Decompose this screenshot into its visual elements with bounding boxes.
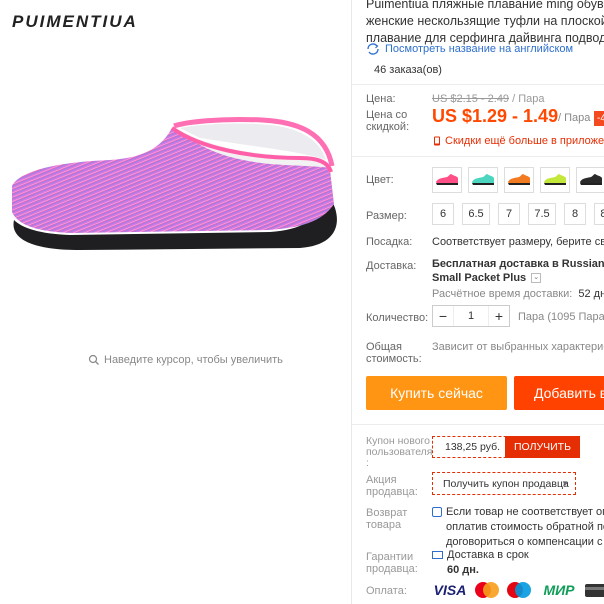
size-option[interactable]: 7 bbox=[498, 203, 520, 225]
shipping-service[interactable]: Small Packet Plus ⌄ bbox=[432, 272, 542, 284]
product-title: Puimentiua пляжные плавание ming обувь ж… bbox=[366, 0, 604, 47]
translate-icon bbox=[367, 43, 379, 55]
old-price-unit: / Пара bbox=[512, 93, 545, 105]
size-option[interactable]: 6.5 bbox=[462, 203, 490, 225]
translate-link-text[interactable]: Посмотреть название на английском bbox=[385, 43, 573, 55]
orders-count: 46 заказа(ов) bbox=[374, 64, 442, 76]
visa-logo: VISA bbox=[433, 582, 467, 598]
mastercard-icon bbox=[475, 582, 499, 598]
shoe-thumbnail-icon bbox=[544, 174, 566, 185]
size-option[interactable]: 7.5 bbox=[528, 203, 556, 225]
quantity-increase-button[interactable]: + bbox=[489, 308, 509, 324]
chevron-down-icon[interactable]: ⌄ bbox=[531, 273, 542, 284]
product-gallery: PUIMENTIUA Наведите курсор, чтобы увелич… bbox=[0, 0, 352, 604]
app-promo-link[interactable]: Скидки ещё больше в приложени bbox=[432, 135, 604, 147]
divider bbox=[352, 84, 604, 85]
shipping-label: Доставка: bbox=[366, 260, 417, 272]
fit-value: Соответствует размеру, берите свой о bbox=[432, 236, 604, 248]
fit-label: Посадка: bbox=[366, 236, 413, 248]
total-label: Общая стоимость: bbox=[366, 341, 422, 365]
divider bbox=[352, 156, 604, 157]
delivery-estimate: Расчётное время доставки: 52 дн. ? bbox=[432, 288, 604, 300]
quantity-input[interactable]: 1 bbox=[453, 306, 489, 326]
size-option[interactable]: 8 bbox=[564, 203, 586, 225]
shipping-method: Бесплатная доставка в Russian Fede bbox=[432, 258, 604, 270]
shoe-thumbnail-icon bbox=[580, 174, 602, 185]
get-coupon-button[interactable]: ПОЛУЧИТЬ bbox=[505, 436, 580, 458]
total-value: Зависит от выбранных характеристик bbox=[432, 341, 604, 353]
color-label: Цвет: bbox=[366, 174, 394, 186]
phone-icon bbox=[434, 136, 440, 146]
quantity-stepper: − 1 + bbox=[432, 305, 510, 327]
delivery-days: 52 дн. bbox=[578, 288, 604, 300]
caret-down-icon[interactable]: ▼ bbox=[561, 479, 569, 488]
shoe-thumbnail-icon bbox=[472, 174, 494, 185]
size-label: Размер: bbox=[366, 210, 407, 222]
title-line: женские нескользящие туфли на плоской п bbox=[366, 14, 604, 28]
translate-title-link[interactable]: Посмотреть название на английском bbox=[366, 43, 573, 55]
color-swatch[interactable] bbox=[504, 167, 534, 193]
old-price: US $2.15 - 2.49 bbox=[432, 93, 510, 105]
discount-price-label: Цена со скидкой: bbox=[366, 109, 410, 133]
payment-label: Оплата: bbox=[366, 585, 407, 597]
old-price-row: US $2.15 - 2.49 / Пара bbox=[432, 93, 545, 105]
size-option[interactable]: 6 bbox=[432, 203, 454, 225]
size-option[interactable]: 8. bbox=[594, 203, 604, 225]
discount-price: US $1.29 - 1.49 bbox=[432, 106, 559, 126]
returns-text: Если товар не соответствует описа оплати… bbox=[432, 505, 604, 550]
guarantee-text: Доставка в срок 60 дн. bbox=[432, 548, 529, 578]
magnifier-icon bbox=[88, 354, 99, 365]
buy-now-button[interactable]: Купить сейчас bbox=[366, 376, 507, 410]
app-promo-text[interactable]: Скидки ещё больше в приложени bbox=[445, 135, 604, 147]
guarantee-label: Гарантии продавца: bbox=[366, 551, 418, 575]
color-swatch[interactable] bbox=[432, 167, 462, 193]
card-icon bbox=[585, 584, 604, 597]
quantity-note: Пара (1095 Пара до bbox=[518, 311, 604, 323]
seller-promo-label: Акция продавца: bbox=[366, 474, 418, 498]
zoom-hint: Наведите курсор, чтобы увеличить bbox=[88, 354, 283, 366]
discount-badge: -4 bbox=[594, 111, 604, 126]
title-line: Puimentiua пляжные плавание ming обувь bbox=[366, 0, 604, 11]
add-to-cart-button[interactable]: Добавить в bbox=[514, 376, 604, 410]
seller-coupon-dropdown[interactable]: Получить купон продавца ▼ bbox=[432, 472, 576, 495]
seller-coupon-text[interactable]: Получить купон продавца bbox=[443, 478, 569, 490]
brand-logo: PUIMENTIUA bbox=[12, 12, 138, 31]
maestro-icon bbox=[507, 582, 531, 598]
divider bbox=[352, 424, 604, 425]
color-swatch[interactable] bbox=[468, 167, 498, 193]
quantity-decrease-button[interactable]: − bbox=[433, 308, 453, 324]
color-swatch[interactable] bbox=[540, 167, 570, 193]
product-image[interactable] bbox=[0, 100, 352, 300]
price-label: Цена: bbox=[366, 93, 396, 105]
returns-label: Возврат товара bbox=[366, 507, 408, 531]
truck-icon bbox=[432, 551, 443, 560]
shield-check-icon bbox=[432, 507, 442, 518]
shoe-thumbnail-icon bbox=[508, 174, 530, 185]
product-details: Puimentiua пляжные плавание ming обувь ж… bbox=[352, 0, 604, 604]
zoom-hint-text: Наведите курсор, чтобы увеличить bbox=[104, 354, 283, 366]
color-swatch[interactable] bbox=[576, 167, 604, 193]
quantity-label: Количество: bbox=[366, 312, 429, 324]
new-user-coupon-label: Купон нового пользователя : bbox=[366, 435, 433, 469]
discount-price-unit: / Пара bbox=[558, 112, 591, 124]
shoe-thumbnail-icon bbox=[436, 174, 458, 185]
mir-logo: МИР bbox=[543, 582, 575, 598]
